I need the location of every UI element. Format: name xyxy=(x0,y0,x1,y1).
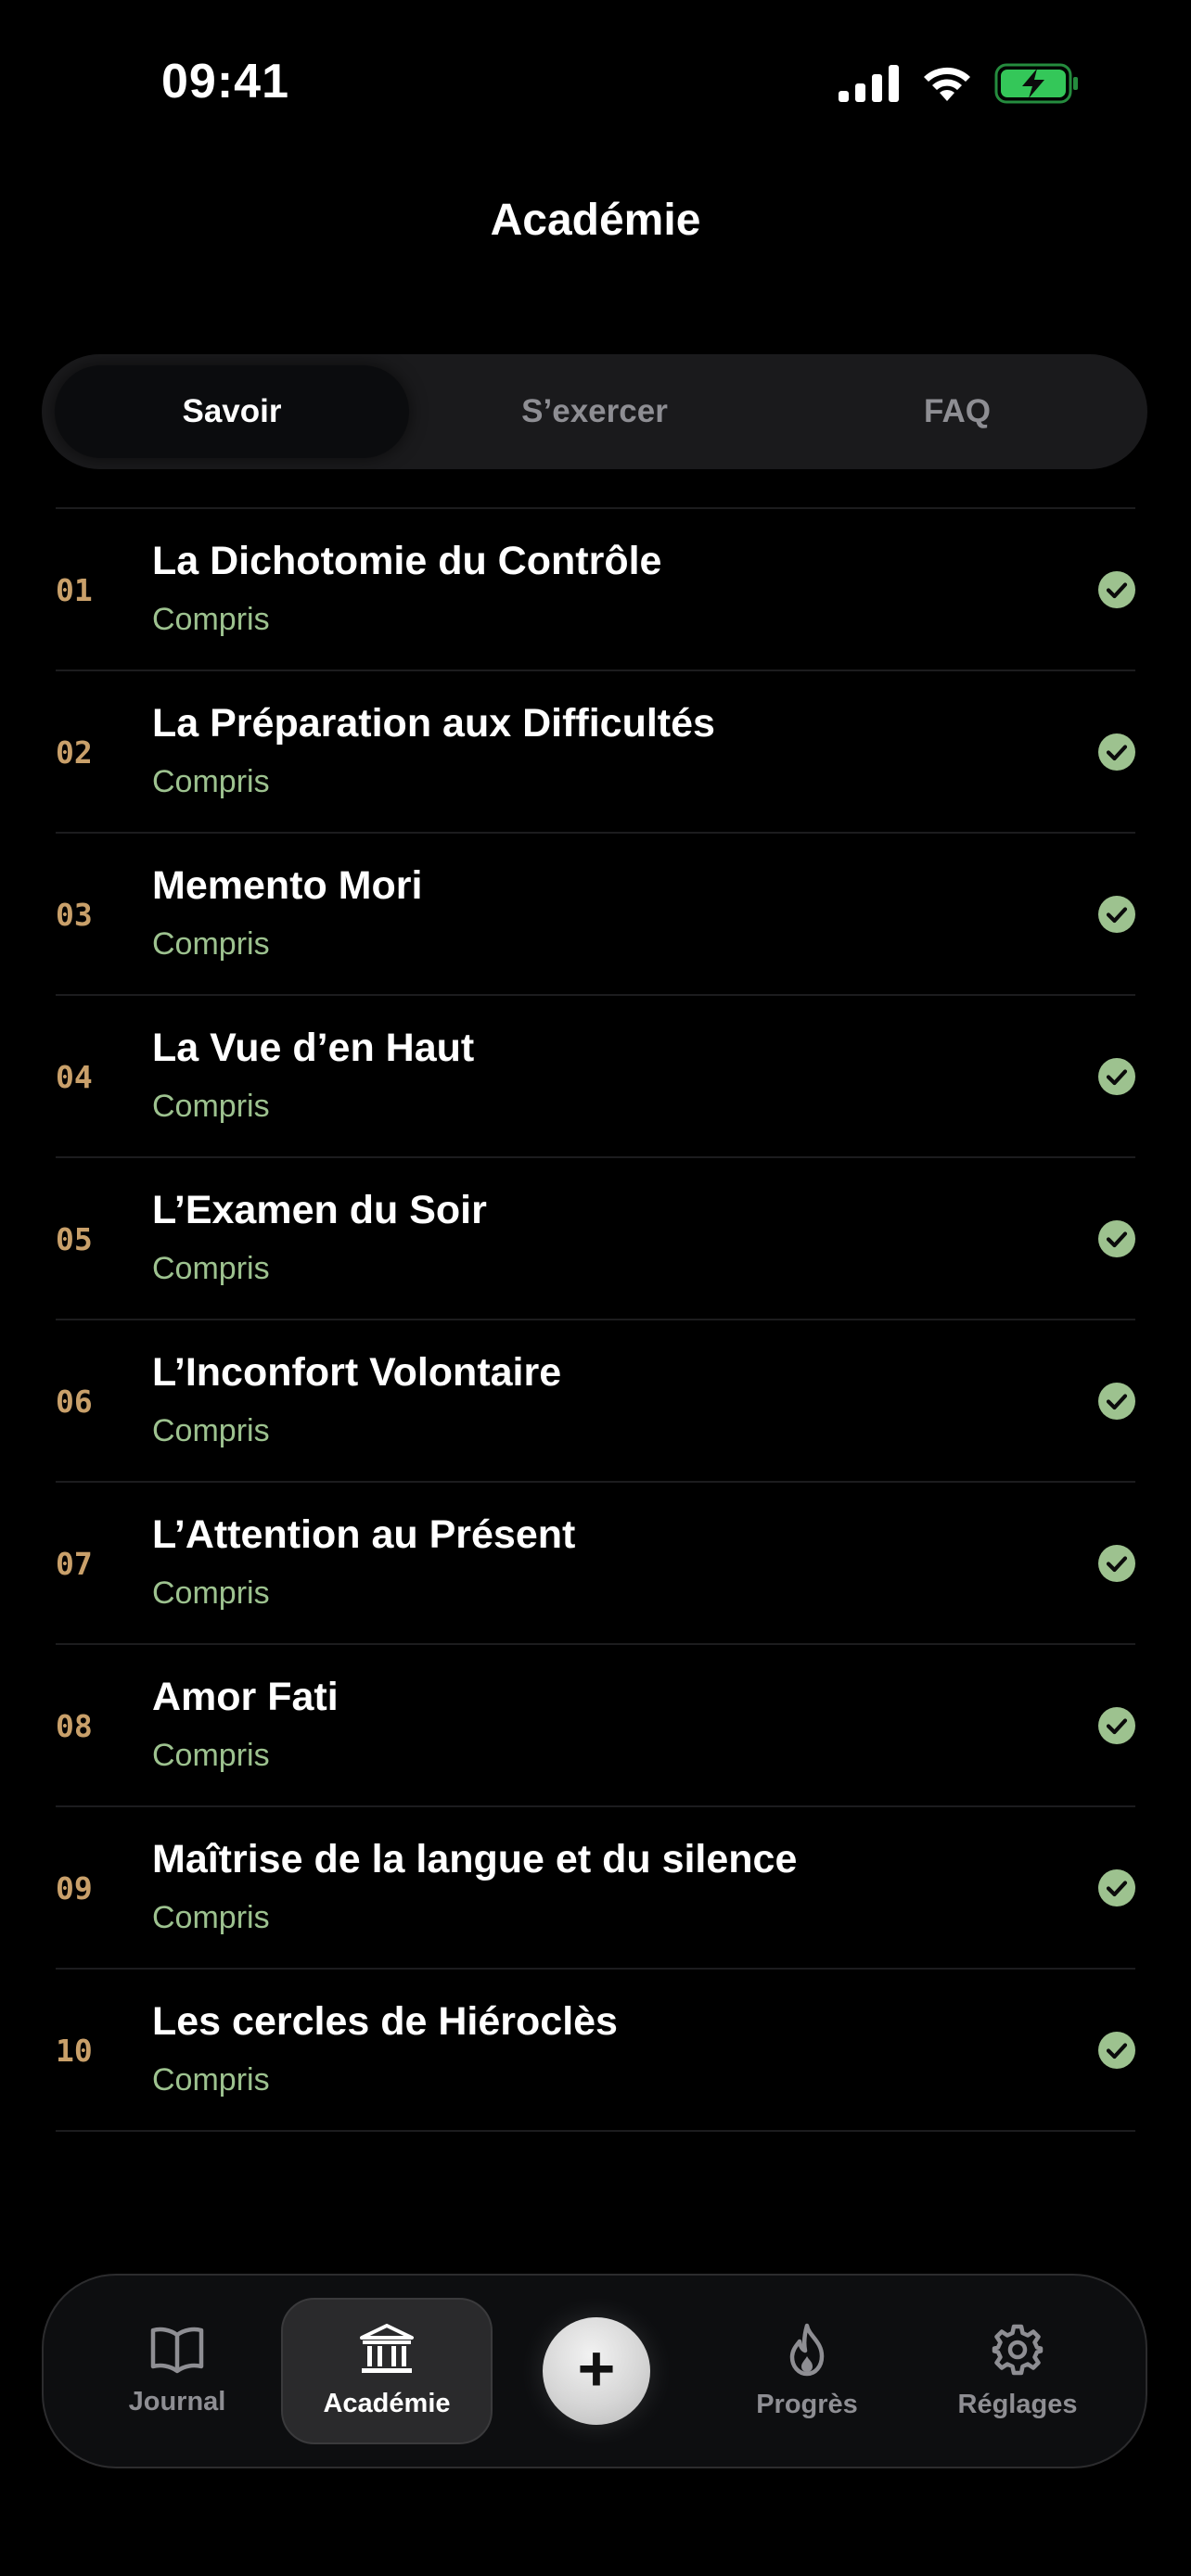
lesson-item[interactable]: 04 La Vue d’en Haut Compris xyxy=(56,996,1135,1158)
lesson-number: 01 xyxy=(56,572,93,608)
lesson-title: Maîtrise de la langue et du silence xyxy=(152,1837,798,1881)
status-time: 09:41 xyxy=(161,55,289,108)
lesson-title: L’Attention au Présent xyxy=(152,1512,576,1557)
tab-progres-label: Progrès xyxy=(756,2389,858,2419)
wifi-icon xyxy=(924,67,970,101)
plus-icon: + xyxy=(577,2332,616,2404)
checkmark-circle-icon xyxy=(1098,1058,1135,1095)
lesson-number: 04 xyxy=(56,1059,93,1095)
lesson-item[interactable]: 01 La Dichotomie du Contrôle Compris xyxy=(56,509,1135,671)
checkmark-circle-icon xyxy=(1098,1383,1135,1420)
status-bar: 09:41 xyxy=(0,0,1191,167)
flame-icon xyxy=(789,2323,825,2376)
lesson-title: La Dichotomie du Contrôle xyxy=(152,539,662,583)
checkmark-circle-icon xyxy=(1098,1220,1135,1257)
checkmark-circle-icon xyxy=(1098,1707,1135,1744)
lesson-number: 07 xyxy=(56,1546,93,1582)
lesson-title: Les cercles de Hiéroclès xyxy=(152,1999,618,2044)
lesson-status: Compris xyxy=(152,2062,270,2098)
tab-reglages[interactable]: Réglages xyxy=(912,2298,1123,2444)
tab-journal[interactable]: Journal xyxy=(71,2298,283,2444)
segmented-control: Savoir S’exercer FAQ xyxy=(42,354,1147,469)
book-icon xyxy=(150,2327,204,2373)
lesson-number: 09 xyxy=(56,1870,93,1906)
tab-academie-label: Académie xyxy=(323,2388,451,2418)
lesson-status: Compris xyxy=(152,1251,270,1286)
add-button[interactable]: + xyxy=(543,2317,650,2425)
checkmark-circle-icon xyxy=(1098,896,1135,933)
tab-journal-label: Journal xyxy=(128,2386,226,2417)
lesson-item[interactable]: 07 L’Attention au Présent Compris xyxy=(56,1483,1135,1645)
tab-academie[interactable]: Académie xyxy=(281,2298,493,2444)
lesson-status: Compris xyxy=(152,1413,270,1448)
segment-sexercer[interactable]: S’exercer xyxy=(417,365,772,458)
institution-icon xyxy=(360,2323,414,2373)
lesson-list: 01 La Dichotomie du Contrôle Compris 02 … xyxy=(56,507,1135,2132)
lesson-number: 10 xyxy=(56,2033,93,2069)
status-icons xyxy=(839,63,1080,104)
lesson-item[interactable]: 10 Les cercles de Hiéroclès Compris xyxy=(56,1970,1135,2132)
lesson-status: Compris xyxy=(152,1900,270,1935)
lesson-title: L’Inconfort Volontaire xyxy=(152,1350,562,1395)
lesson-number: 03 xyxy=(56,897,93,933)
lesson-title: Memento Mori xyxy=(152,863,423,908)
battery-charging-icon xyxy=(994,63,1078,104)
checkmark-circle-icon xyxy=(1098,571,1135,608)
gear-icon xyxy=(992,2324,1044,2375)
lesson-title: L’Examen du Soir xyxy=(152,1188,487,1232)
lesson-title: La Vue d’en Haut xyxy=(152,1026,475,1070)
segment-faq[interactable]: FAQ xyxy=(780,365,1134,458)
lesson-title: Amor Fati xyxy=(152,1675,339,1719)
lesson-status: Compris xyxy=(152,602,270,637)
lesson-item[interactable]: 06 L’Inconfort Volontaire Compris xyxy=(56,1320,1135,1483)
lesson-item[interactable]: 03 Memento Mori Compris xyxy=(56,834,1135,996)
checkmark-circle-icon xyxy=(1098,2032,1135,2069)
lesson-status: Compris xyxy=(152,1575,270,1611)
lesson-number: 08 xyxy=(56,1708,93,1744)
lesson-number: 06 xyxy=(56,1384,93,1420)
lesson-status: Compris xyxy=(152,1738,270,1773)
lesson-item[interactable]: 05 L’Examen du Soir Compris xyxy=(56,1158,1135,1320)
lesson-number: 02 xyxy=(56,734,93,771)
cellular-signal-icon xyxy=(839,65,899,102)
segment-savoir[interactable]: Savoir xyxy=(55,365,409,458)
tab-bar: Journal Académie + Progrès Réglages xyxy=(42,2274,1147,2468)
tab-progres[interactable]: Progrès xyxy=(701,2298,913,2444)
lesson-status: Compris xyxy=(152,1089,270,1124)
checkmark-circle-icon xyxy=(1098,1869,1135,1906)
checkmark-circle-icon xyxy=(1098,733,1135,771)
lesson-item[interactable]: 02 La Préparation aux Difficultés Compri… xyxy=(56,671,1135,834)
lesson-status: Compris xyxy=(152,926,270,962)
page-title: Académie xyxy=(490,196,701,245)
lesson-number: 05 xyxy=(56,1221,93,1257)
lesson-title: La Préparation aux Difficultés xyxy=(152,701,715,746)
tab-reglages-label: Réglages xyxy=(957,2389,1078,2419)
checkmark-circle-icon xyxy=(1098,1545,1135,1582)
lesson-status: Compris xyxy=(152,764,270,799)
lesson-item[interactable]: 08 Amor Fati Compris xyxy=(56,1645,1135,1807)
lesson-item[interactable]: 09 Maîtrise de la langue et du silence C… xyxy=(56,1807,1135,1970)
